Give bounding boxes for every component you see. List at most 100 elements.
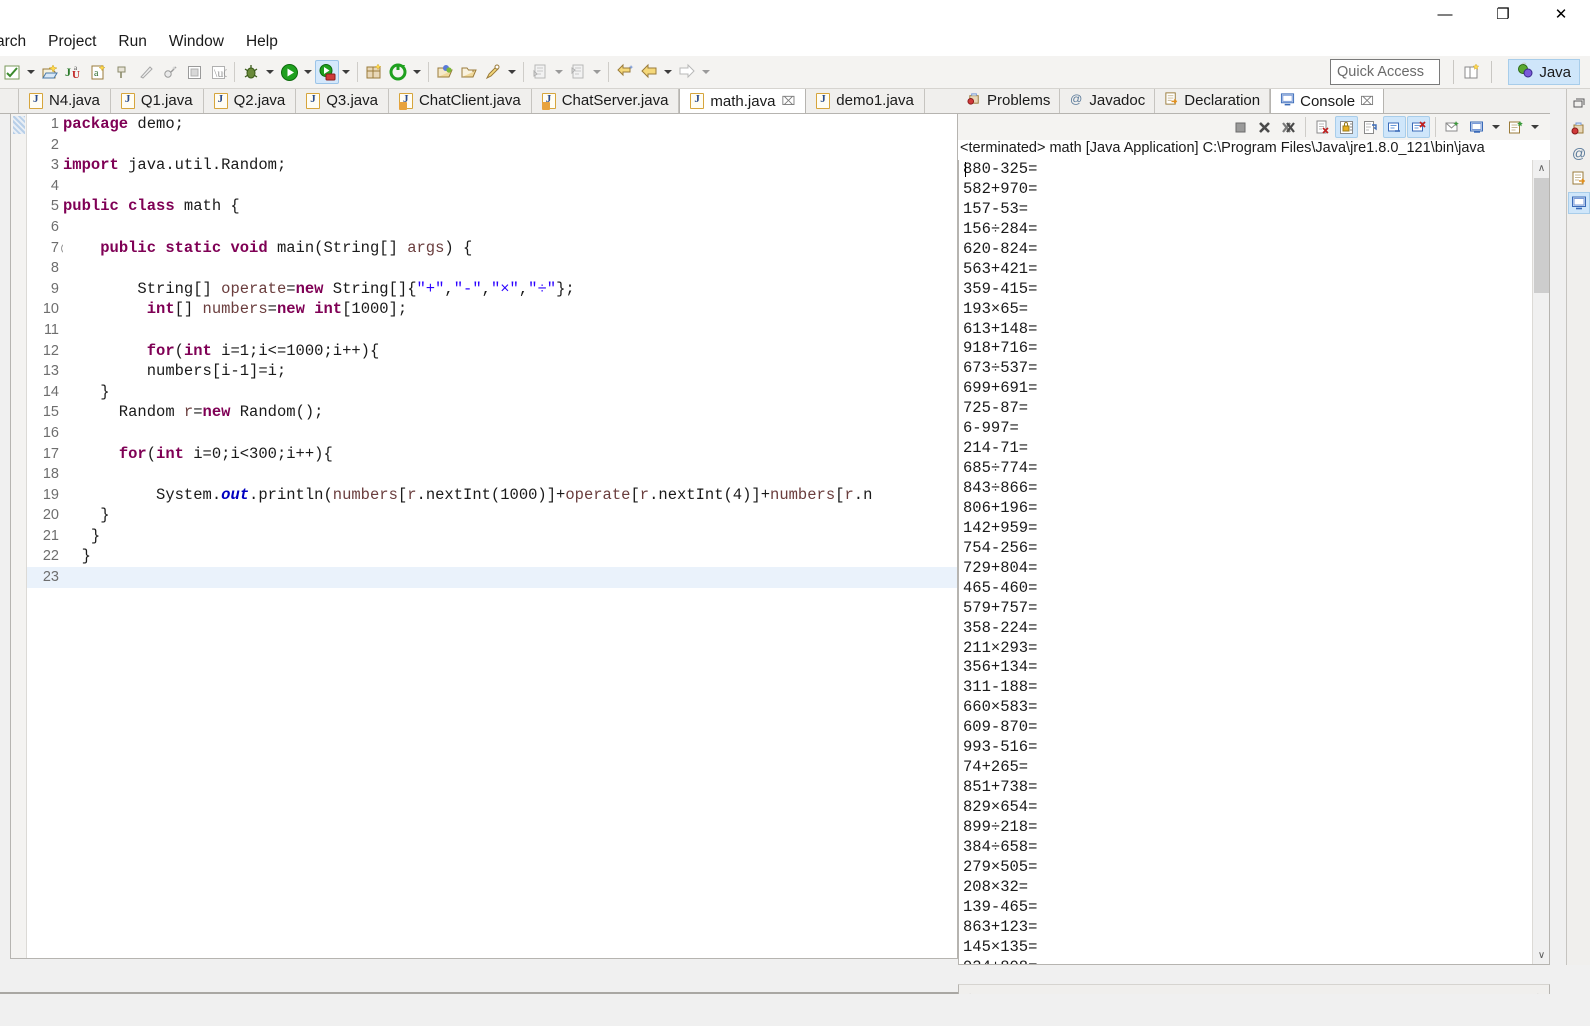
link-icon[interactable] — [158, 60, 182, 84]
editor-tab-chatserver-java[interactable]: ChatServer.java — [532, 89, 680, 113]
code-line[interactable]: Random r=new Random(); — [63, 402, 957, 423]
console-vertical-scrollbar[interactable]: ∧ ∨ — [1532, 160, 1549, 964]
show-console-on-output-button[interactable] — [1383, 116, 1406, 138]
code-line[interactable]: import java.util.Random; — [63, 155, 957, 176]
view-tab-console[interactable]: Console⌧ — [1270, 89, 1384, 114]
editor-tab-q3-java[interactable]: Q3.java — [296, 89, 389, 113]
code-line[interactable] — [63, 320, 957, 341]
editor-left-ruler[interactable] — [11, 114, 27, 958]
new-java-package-icon[interactable] — [362, 60, 386, 84]
run-icon[interactable] — [277, 60, 301, 84]
previous-annotation-icon[interactable] — [566, 60, 590, 84]
code-line[interactable]: System.out.println(numbers[r.nextInt(100… — [63, 485, 957, 506]
block-selection-icon[interactable] — [182, 60, 206, 84]
open-console-dropdown-arrow[interactable] — [1528, 115, 1542, 139]
editor-tab-n4-java[interactable]: N4.java — [18, 89, 111, 113]
editor-tab-math-java[interactable]: math.java⌧ — [679, 89, 806, 114]
console-scroll-down-arrow[interactable]: ∨ — [1533, 947, 1550, 964]
editor-tab-chatclient-java[interactable]: ChatClient.java — [389, 89, 532, 113]
mark-occurrences-icon[interactable] — [110, 60, 134, 84]
quick-access-input[interactable]: Quick Access — [1330, 59, 1440, 85]
open-type-icon[interactable] — [433, 60, 457, 84]
last-edit-location-icon[interactable] — [613, 60, 637, 84]
search-icon[interactable] — [481, 60, 505, 84]
menu-window[interactable]: Window — [158, 30, 235, 54]
code-line[interactable] — [63, 258, 957, 279]
next-annotation-icon[interactable] — [528, 60, 552, 84]
save-icon[interactable] — [0, 60, 24, 84]
save-dropdown-arrow[interactable] — [24, 60, 38, 84]
code-line[interactable] — [63, 464, 957, 485]
menu-run[interactable]: Run — [107, 30, 157, 54]
display-console-dropdown-arrow[interactable] — [1489, 115, 1503, 139]
view-tab-problems[interactable]: Problems — [958, 89, 1060, 113]
coverage-icon[interactable] — [315, 60, 339, 84]
remove-launch-button[interactable] — [1253, 116, 1276, 138]
show-console-on-error-button[interactable] — [1407, 116, 1430, 138]
view-tab-declaration[interactable]: Declaration — [1155, 89, 1270, 113]
code-line[interactable]: package demo; — [63, 114, 957, 135]
forward-dropdown-arrow[interactable] — [699, 60, 713, 84]
run-dropdown-arrow[interactable] — [301, 60, 315, 84]
editor-tab-q1-java[interactable]: Q1.java — [111, 89, 204, 113]
code-editor[interactable]: 1234567891011121314151617181920212223 pa… — [10, 114, 958, 959]
skip-breakpoints-icon[interactable] — [134, 60, 158, 84]
external-tools-dropdown-arrow[interactable] — [410, 60, 424, 84]
console-scroll-up-arrow[interactable]: ∧ — [1533, 160, 1550, 177]
menu-project[interactable]: Project — [37, 30, 107, 54]
declaration-icon[interactable] — [1568, 167, 1590, 189]
word-wrap-button[interactable] — [1359, 116, 1382, 138]
view-tab-javadoc[interactable]: @Javadoc — [1060, 89, 1155, 113]
code-line[interactable] — [63, 217, 957, 238]
problems-icon[interactable] — [1568, 117, 1590, 139]
scroll-lock-button[interactable] — [1335, 116, 1358, 138]
menu-help[interactable]: Help — [235, 30, 289, 54]
code-line[interactable]: } — [63, 526, 957, 547]
restore-button[interactable]: ❐ — [1474, 0, 1532, 28]
perspective-java-button[interactable]: Java — [1508, 59, 1580, 85]
code-line[interactable]: int[] numbers=new int[1000]; — [63, 299, 957, 320]
open-perspective-icon[interactable] — [1460, 61, 1484, 83]
minimize-button[interactable]: — — [1416, 0, 1474, 28]
coverage-dropdown-arrow[interactable] — [339, 60, 353, 84]
code-content[interactable]: package demo; import java.util.Random; p… — [63, 114, 957, 958]
restore-icon[interactable] — [1568, 92, 1590, 114]
junit-icon[interactable]: JUa — [62, 60, 86, 84]
back-icon[interactable] — [637, 60, 661, 84]
open-task-icon[interactable] — [457, 60, 481, 84]
console-scroll-thumb[interactable] — [1534, 178, 1549, 293]
code-line[interactable] — [63, 176, 957, 197]
close-button[interactable]: ✕ — [1532, 0, 1590, 28]
console-icon[interactable] — [1568, 192, 1590, 214]
code-line[interactable]: public class math { — [63, 196, 957, 217]
forward-icon[interactable] — [675, 60, 699, 84]
previous-annotation-dropdown-arrow[interactable] — [590, 60, 604, 84]
external-tools-icon[interactable] — [386, 60, 410, 84]
debug-icon[interactable] — [239, 60, 263, 84]
code-line[interactable]: for(int i=1;i<=1000;i++){ — [63, 341, 957, 362]
editor-tab-close-icon[interactable]: ⌧ — [781, 94, 795, 108]
code-line[interactable]: numbers[i-1]=i; — [63, 361, 957, 382]
editor-tab-demo1-java[interactable]: demo1.java — [806, 89, 925, 113]
code-line[interactable]: } — [63, 546, 957, 567]
editor-tab-q2-java[interactable]: Q2.java — [204, 89, 297, 113]
next-annotation-dropdown-arrow[interactable] — [552, 60, 566, 84]
console-output-panel[interactable]: 880-325=582+970=157-53=156÷284=620-824=5… — [958, 160, 1550, 965]
console-text[interactable]: 880-325=582+970=157-53=156÷284=620-824=5… — [963, 160, 1531, 965]
pin-console-button[interactable] — [1441, 116, 1464, 138]
code-line[interactable]: } — [63, 505, 957, 526]
terminate-button[interactable] — [1229, 116, 1252, 138]
debug-dropdown-arrow[interactable] — [263, 60, 277, 84]
whitespace-icon[interactable]: \u00b6 — [206, 60, 230, 84]
code-line[interactable] — [63, 567, 957, 588]
new-wizard-icon[interactable] — [38, 60, 62, 84]
search-dropdown-arrow[interactable] — [505, 60, 519, 84]
menu-search[interactable]: arch — [0, 30, 37, 54]
remove-all-terminated-button[interactable] — [1277, 116, 1300, 138]
code-line[interactable]: public static void main(String[] args) { — [63, 238, 957, 259]
code-line[interactable] — [63, 423, 957, 444]
display-selected-console-button[interactable] — [1465, 116, 1488, 138]
code-line[interactable]: String[] operate=new String[]{"+","-","×… — [63, 279, 957, 300]
clear-console-button[interactable] — [1311, 116, 1334, 138]
back-dropdown-arrow[interactable] — [661, 60, 675, 84]
